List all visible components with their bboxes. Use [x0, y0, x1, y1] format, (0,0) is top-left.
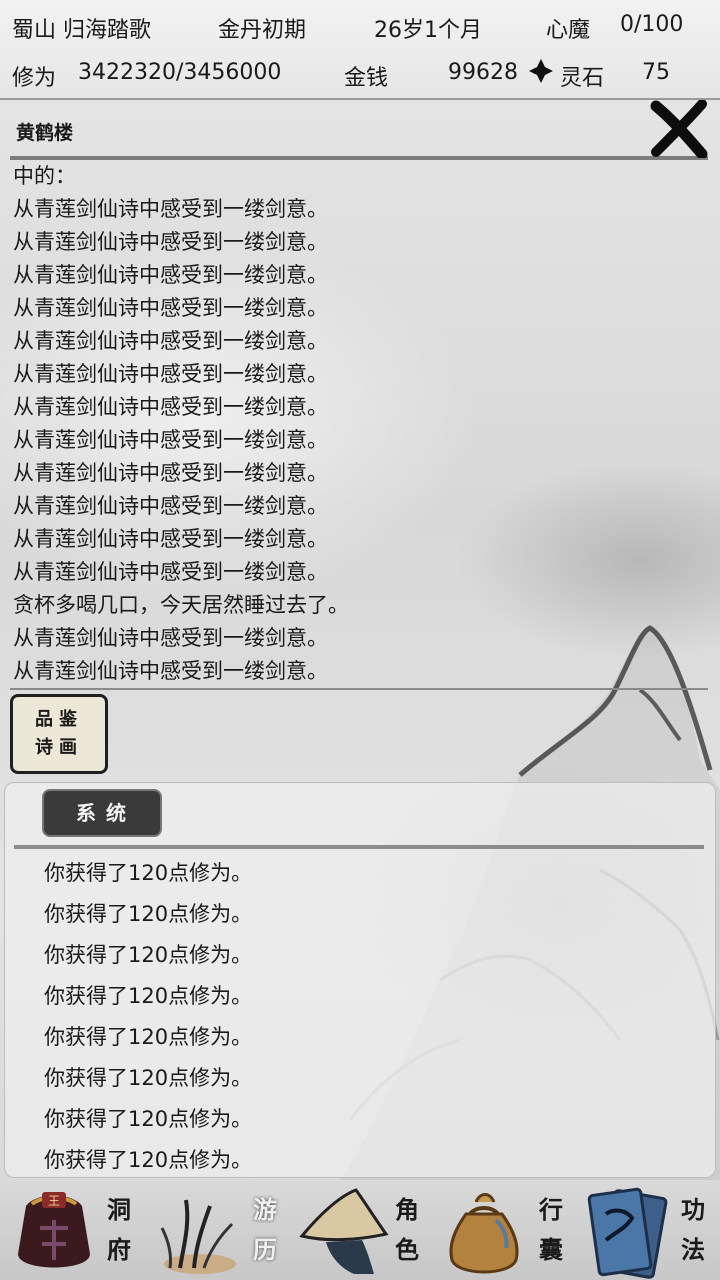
straw-hat-icon	[299, 1188, 389, 1274]
log-line: 中的：	[13, 164, 76, 188]
cultivation-label: 修为	[12, 66, 57, 91]
event-log[interactable]: 中的： 从青莲剑仙诗中感受到一缕剑意。 从青莲剑仙诗中感受到一缕剑意。 从青莲剑…	[10, 160, 708, 688]
system-message: 你获得了120点修为。	[44, 861, 253, 885]
log-line: 从青莲剑仙诗中感受到一缕剑意。	[13, 659, 328, 683]
log-divider	[10, 688, 708, 690]
money-label: 金钱	[344, 66, 389, 91]
system-message: 你获得了120点修为。	[44, 943, 253, 967]
bottom-nav: 王 洞府 游历 角色 行 囊 功 法	[0, 1180, 720, 1280]
nav-label-travel: 游历	[253, 1195, 277, 1264]
system-log[interactable]: 你获得了120点修为。 你获得了120点修为。 你获得了120点修为。 你获得了…	[44, 853, 684, 1181]
close-x-icon	[650, 99, 708, 160]
demon-value: 0/100	[620, 12, 684, 37]
spirit-label: 灵石	[560, 66, 605, 91]
system-divider	[14, 845, 704, 849]
system-message: 你获得了120点修为。	[44, 1066, 253, 1090]
svg-text:王: 王	[48, 1194, 60, 1208]
system-message: 你获得了120点修为。	[44, 902, 253, 926]
panel-title: 黄鹤楼	[16, 122, 74, 144]
log-line: 从青莲剑仙诗中感受到一缕剑意。	[13, 197, 328, 221]
log-line: 从青莲剑仙诗中感受到一缕剑意。	[13, 428, 328, 452]
nav-label-techniques: 功法	[681, 1195, 705, 1264]
realm-text: 金丹初期	[218, 18, 307, 43]
log-line: 从青莲剑仙诗中感受到一缕剑意。	[13, 296, 328, 320]
log-line: 从青莲剑仙诗中感受到一缕剑意。	[13, 461, 328, 485]
spirit-stone-icon	[528, 58, 554, 90]
log-line: 从青莲剑仙诗中感受到一缕剑意。	[13, 329, 328, 353]
status-bar: 蜀山 归海踏歌 金丹初期 26岁1个月 心魔 0/100 修为 3422320/…	[0, 0, 720, 100]
spirit-value: 75	[642, 60, 670, 85]
cultivation-value: 3422320/3456000	[78, 60, 282, 85]
nav-label-character: 角色	[395, 1195, 419, 1264]
pouch-icon	[449, 1193, 519, 1274]
system-message: 你获得了120点修为。	[44, 984, 253, 1008]
log-line: 从青莲剑仙诗中感受到一缕剑意。	[13, 560, 328, 584]
log-line: 贪杯多喝几口，今天居然睡过去了。	[13, 593, 349, 617]
nav-character[interactable]: 角色	[288, 1180, 432, 1280]
log-line: 从青莲剑仙诗中感受到一缕剑意。	[13, 263, 328, 287]
system-message: 你获得了120点修为。	[44, 1107, 253, 1131]
tab-system[interactable]: 系统	[42, 789, 162, 837]
cave-bag-icon: 王	[18, 1192, 90, 1268]
nav-cave-dwelling[interactable]: 王 洞府	[0, 1180, 144, 1280]
close-button[interactable]	[650, 99, 708, 160]
system-message: 你获得了120点修为。	[44, 1148, 253, 1172]
nav-techniques[interactable]: 功法	[576, 1180, 720, 1280]
log-line: 从青莲剑仙诗中感受到一缕剑意。	[13, 395, 328, 419]
header-divider	[10, 156, 708, 160]
demon-label: 心魔	[546, 18, 591, 43]
money-value: 99628	[448, 60, 518, 85]
nav-inventory[interactable]: 行囊	[432, 1180, 576, 1280]
nav-label-cave: 洞府	[107, 1195, 131, 1264]
system-message: 你获得了120点修为。	[44, 1025, 253, 1049]
location-text: 蜀山 归海踏歌	[12, 18, 151, 43]
log-line: 从青莲剑仙诗中感受到一缕剑意。	[13, 626, 328, 650]
log-line: 从青莲剑仙诗中感受到一缕剑意。	[13, 494, 328, 518]
log-line: 从青莲剑仙诗中感受到一缕剑意。	[13, 230, 328, 254]
age-text: 26岁1个月	[374, 18, 482, 43]
nav-travel[interactable]: 游历	[144, 1180, 288, 1280]
appraise-poem-button[interactable]: 品鉴 诗画	[10, 694, 108, 774]
log-line: 从青莲剑仙诗中感受到一缕剑意。	[13, 527, 328, 551]
reeds-icon	[160, 1199, 236, 1274]
log-line: 从青莲剑仙诗中感受到一缕剑意。	[13, 362, 328, 386]
scroll-book-icon	[587, 1187, 668, 1279]
nav-label-inventory: 行囊	[539, 1195, 563, 1264]
appraise-label-line2: 诗画	[35, 737, 83, 758]
appraise-label-line1: 品鉴	[35, 709, 83, 730]
